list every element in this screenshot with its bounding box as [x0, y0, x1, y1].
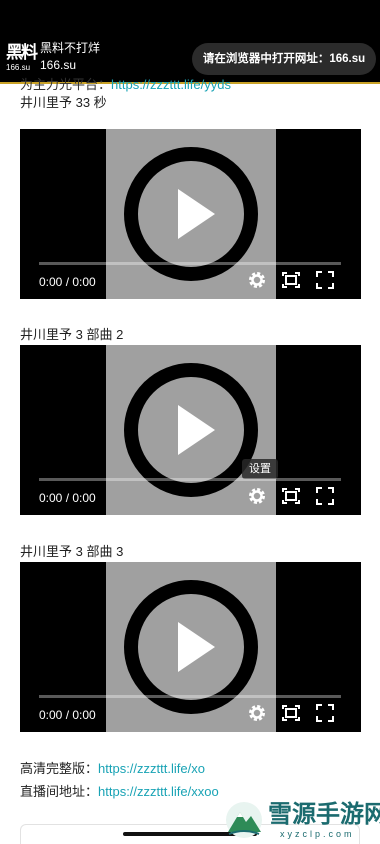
progress-bar[interactable] [39, 262, 341, 265]
video-title-2: 井川里予 3 部曲 2 [20, 327, 124, 342]
watermark-url: xyzclp.com [280, 829, 355, 839]
partial-link[interactable]: https://zzzttt.life/yyds [111, 77, 231, 92]
settings-gear-icon[interactable] [247, 270, 267, 290]
fullscreen-icon[interactable] [315, 486, 335, 506]
hd-link[interactable]: https://zzzttt.life/xo [98, 761, 205, 776]
logo-glyph: 黑料 [6, 43, 38, 63]
progress-bar[interactable] [39, 695, 341, 698]
settings-gear-icon[interactable] [247, 703, 267, 723]
site-title: 黑料不打烊 [40, 41, 101, 55]
partial-text-line: 为主力光平台：https://zzzttt.life/yyds [20, 74, 231, 93]
watermark: 雪源手游网 xyzclp.com [222, 796, 380, 844]
site-logo[interactable]: 黑料 166.su [6, 43, 38, 76]
video-player-1[interactable]: 0:00 / 0:00 [20, 129, 361, 299]
theater-mode-icon[interactable] [281, 486, 301, 506]
theater-mode-icon[interactable] [281, 270, 301, 290]
time-display: 0:00 / 0:00 [39, 275, 96, 289]
site-domain: 166.su [40, 58, 77, 72]
video-title-3: 井川里予 3 部曲 3 [20, 544, 124, 559]
settings-tooltip: 设置 [242, 459, 278, 479]
logo-sub: 166.su [6, 63, 31, 72]
status-bar [0, 0, 380, 34]
open-in-browser-button[interactable]: 请在浏览器中打开网址：166.su [192, 43, 376, 75]
watermark-name: 雪源手游网 [268, 799, 380, 828]
hd-link-line: 高清完整版：https://zzzttt.life/xo [20, 758, 205, 777]
fullscreen-icon[interactable] [315, 703, 335, 723]
fullscreen-icon[interactable] [315, 270, 335, 290]
live-link-line: 直播间地址：https://zzzttt.life/xxoo [20, 781, 219, 800]
video-player-3[interactable]: 0:00 / 0:00 [20, 562, 361, 732]
progress-bar[interactable] [39, 478, 341, 481]
partial-text: 为主力光平台： [20, 77, 112, 92]
live-link-label: 直播间地址： [20, 784, 99, 799]
mountain-logo-icon [226, 802, 262, 838]
theater-mode-icon[interactable] [281, 703, 301, 723]
video-title-1: 井川里予 33 秒 [20, 95, 107, 110]
time-display: 0:00 / 0:00 [39, 708, 96, 722]
live-link[interactable]: https://zzzttt.life/xxoo [98, 784, 219, 799]
settings-gear-icon[interactable] [247, 486, 267, 506]
video-player-2[interactable]: 设置 0:00 / 0:00 [20, 345, 361, 515]
time-display: 0:00 / 0:00 [39, 491, 96, 505]
hd-link-label: 高清完整版： [20, 761, 99, 776]
